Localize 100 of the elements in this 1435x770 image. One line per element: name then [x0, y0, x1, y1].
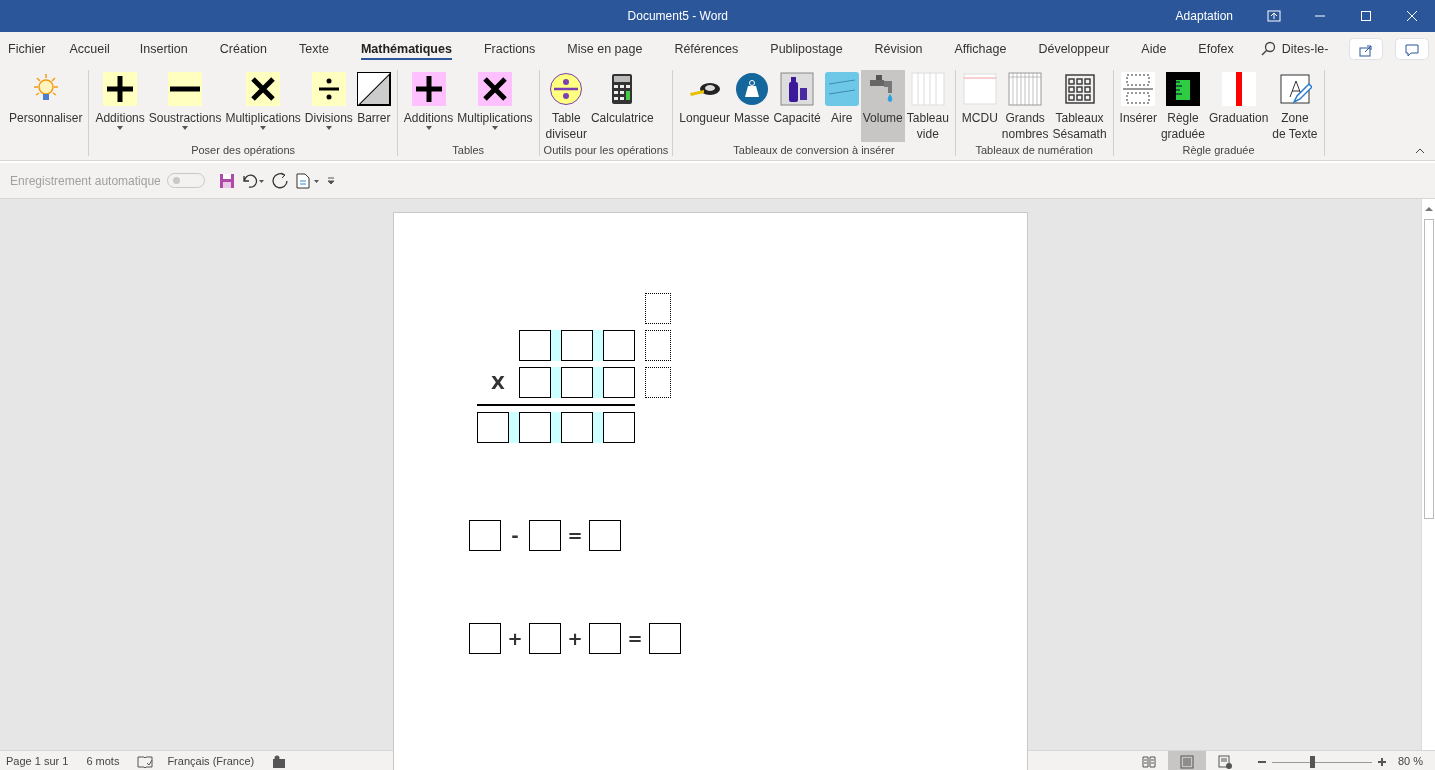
answer-box[interactable]	[603, 367, 635, 398]
scrollbar-thumb[interactable]	[1423, 219, 1434, 519]
maximize-icon	[1360, 10, 1372, 22]
weight-icon	[734, 72, 769, 106]
word-count[interactable]: 6 mots	[86, 753, 120, 770]
ribbon-tab[interactable]: Affichage	[954, 32, 1007, 66]
ribbon-button[interactable]: Graduation	[1206, 70, 1271, 142]
ribbon-button[interactable]: Soustractions	[146, 70, 224, 142]
ribbon-tab[interactable]: Fractions	[483, 32, 536, 66]
print-layout-button[interactable]	[1167, 750, 1206, 770]
ribbon-button[interactable]: Additions	[93, 70, 147, 142]
minus-icon	[168, 72, 203, 106]
share-icon	[1359, 42, 1373, 57]
answer-box[interactable]	[561, 330, 593, 361]
zoom-in-icon[interactable]	[1377, 757, 1386, 766]
answer-box[interactable]	[519, 367, 551, 398]
ribbon-button[interactable]: Multiplications	[223, 70, 303, 142]
ribbon-tab[interactable]: Références	[674, 32, 739, 66]
ribbon-button[interactable]: Longueur	[677, 70, 733, 142]
account-name[interactable]: Adaptation	[1175, 7, 1233, 25]
ribbon-button[interactable]: Grands nombres	[999, 70, 1051, 142]
carry-box[interactable]	[645, 330, 671, 361]
dashed-boxes-icon	[1121, 72, 1156, 106]
ribbon-tab[interactable]: Insertion	[139, 32, 188, 66]
ribbon-button[interactable]: Divisions	[302, 70, 355, 142]
table-icon	[1008, 72, 1043, 106]
answer-box[interactable]	[469, 623, 501, 654]
group-label: Tableaux de conversion à insérer	[732, 143, 896, 156]
read-mode-icon	[1140, 754, 1157, 769]
accessibility-icon[interactable]	[272, 754, 287, 769]
ribbon-button[interactable]: Table diviseur	[543, 70, 589, 142]
redo-icon[interactable]	[270, 171, 289, 190]
proofing-book-icon[interactable]	[137, 754, 154, 769]
ribbon-button[interactable]: Insérer	[1117, 70, 1159, 142]
carry-box[interactable]	[645, 367, 671, 398]
ribbon-button[interactable]: Additions	[401, 70, 456, 142]
ruler-icon	[1165, 72, 1200, 106]
collapse-ribbon-icon[interactable]	[1415, 148, 1425, 154]
answer-box[interactable]	[649, 623, 681, 654]
zoom-level[interactable]: 80 %	[1397, 753, 1423, 770]
ribbon-button[interactable]: Capacité	[771, 70, 823, 142]
ribbon-button[interactable]: Zone de Texte	[1270, 70, 1320, 142]
ribbon-button[interactable]: Règle graduée	[1158, 70, 1207, 142]
answer-box[interactable]	[589, 623, 621, 654]
vertical-scrollbar[interactable]	[1421, 199, 1435, 750]
answer-box[interactable]	[603, 330, 635, 361]
multiply-icon	[246, 72, 281, 106]
page-count[interactable]: Page 1 sur 1	[6, 753, 69, 770]
ribbon-tab[interactable]: Fichier	[8, 32, 46, 66]
ribbon-tab[interactable]: Mise en page	[567, 32, 643, 66]
answer-box[interactable]	[529, 520, 561, 551]
blank-table-icon	[910, 72, 945, 106]
answer-box[interactable]	[529, 623, 561, 654]
ribbon-button[interactable]: Multiplications	[455, 70, 535, 142]
carry-box[interactable]	[645, 293, 671, 324]
ribbon-button[interactable]: Calculatrice	[588, 70, 656, 142]
answer-box[interactable]	[469, 520, 501, 551]
close-icon	[1406, 10, 1418, 22]
ribbon-button[interactable]: Volume	[860, 70, 905, 142]
document-icon[interactable]	[294, 172, 321, 189]
ribbon-tab[interactable]: Efofex	[1198, 32, 1234, 66]
answer-box[interactable]	[477, 412, 509, 443]
multiply-icon	[477, 72, 512, 106]
ribbon-tab[interactable]: Création	[219, 32, 267, 66]
language-status[interactable]: Français (France)	[167, 753, 255, 770]
answer-box[interactable]	[519, 412, 551, 443]
save-icon[interactable]	[218, 172, 235, 189]
operator-sign: =	[566, 524, 584, 548]
operator-sign: =	[626, 627, 644, 651]
ribbon-tab[interactable]: Publipostage	[770, 32, 843, 66]
customize-toolbar-icon[interactable]	[326, 176, 335, 185]
ribbon-tab[interactable]: Révision	[874, 32, 923, 66]
ribbon-button[interactable]: Aire	[822, 70, 861, 142]
ribbon-tab[interactable]: Développeur	[1038, 32, 1110, 66]
tell-me-search[interactable]: Dites-le-	[1281, 39, 1329, 59]
undo-icon[interactable]	[240, 172, 265, 189]
column-shading	[551, 412, 561, 443]
ribbon-button[interactable]: Masse	[732, 70, 772, 142]
bottles-icon	[780, 72, 815, 106]
ribbon-button[interactable]: Tableau vide	[904, 70, 951, 142]
column-shading	[593, 412, 603, 443]
plus-icon	[103, 72, 138, 106]
ribbon-tab[interactable]: Accueil	[69, 32, 110, 66]
ribbon-button[interactable]: Tableaux Sésamath	[1050, 70, 1109, 142]
answer-box[interactable]	[589, 520, 621, 551]
column-shading	[509, 412, 519, 443]
ribbon-button[interactable]: Personnaliser	[7, 70, 85, 142]
ribbon-tab[interactable]: Texte	[299, 32, 329, 66]
answer-box[interactable]	[603, 412, 635, 443]
answer-box[interactable]	[561, 367, 593, 398]
ribbon-tab[interactable]: Aide	[1141, 32, 1167, 66]
zoom-slider[interactable]	[1271, 755, 1372, 768]
ribbon-tab[interactable]: Mathématiques	[360, 32, 452, 66]
answer-box[interactable]	[519, 330, 551, 361]
ribbon-button[interactable]: Barrer	[354, 70, 393, 142]
zoom-slider-thumb[interactable]	[1309, 755, 1315, 768]
window-title: Document5 - Word	[627, 9, 729, 23]
answer-box[interactable]	[561, 412, 593, 443]
ribbon-button[interactable]: MCDU	[959, 70, 1000, 142]
area-icon	[824, 72, 859, 106]
